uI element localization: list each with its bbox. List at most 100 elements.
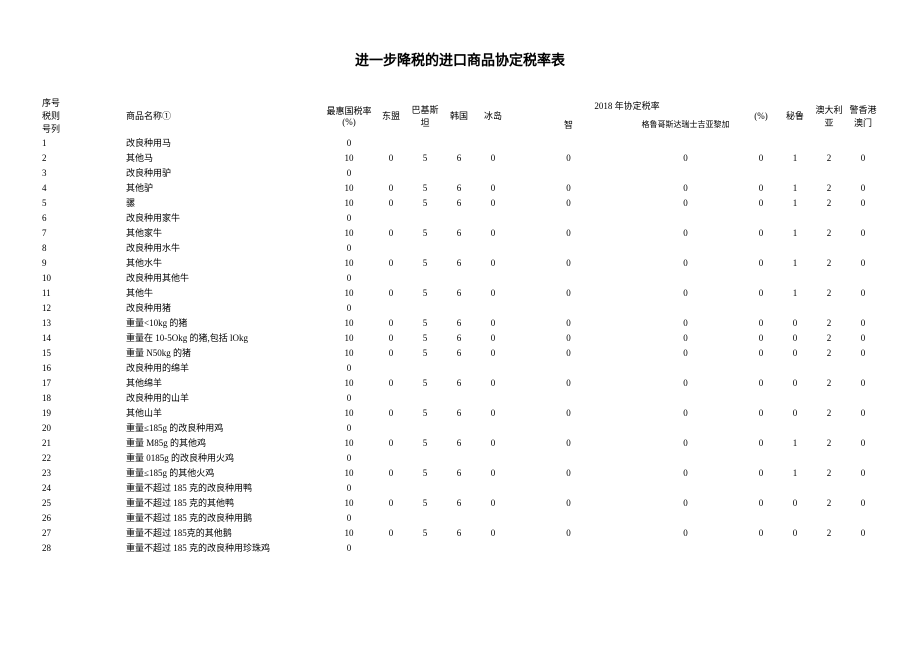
cell-rate: 0 [778,405,812,420]
cell-rate: 2 [812,465,846,480]
hdr-hkmo: 警香港澳门 [846,95,880,135]
cell-rate [476,135,510,150]
cell-rate: 5 [408,315,442,330]
cell-rate: 5 [408,525,442,540]
cell-mfn: 10 [324,255,374,270]
cell-rate: 0 [744,150,778,165]
cell-mfn: 0 [324,390,374,405]
cell-rate [778,510,812,525]
cell-rate: 5 [408,330,442,345]
cell-rate [510,135,627,150]
cell-rate [778,300,812,315]
cell-mfn: 10 [324,285,374,300]
cell-rate [476,300,510,315]
hdr-pakistan: 巴基斯坦 [408,95,442,135]
cell-rate: 0 [476,525,510,540]
cell-code [64,375,124,390]
cell-rate [627,135,744,150]
cell-rate [374,270,408,285]
cell-rate [744,450,778,465]
cell-rate: 6 [442,495,476,510]
cell-rate: 0 [374,405,408,420]
cell-rate: 2 [812,495,846,510]
cell-rate [846,270,880,285]
cell-rate [627,420,744,435]
cell-rate [408,420,442,435]
cell-rate: 0 [476,180,510,195]
cell-rate [846,480,880,495]
cell-rate [778,450,812,465]
cell-rate [627,240,744,255]
cell-rate [778,135,812,150]
cell-rate: 0 [846,330,880,345]
cell-rate: 6 [442,465,476,480]
cell-mfn: 0 [324,510,374,525]
cell-name: 骡 [124,195,324,210]
cell-rate [846,210,880,225]
table-row: 17其他绵羊100560000020 [40,375,880,390]
cell-rate: 0 [476,195,510,210]
cell-rate: 6 [442,255,476,270]
cell-rate: 0 [510,345,627,360]
table-row: 21重量 M85g 的其他鸡100560000120 [40,435,880,450]
cell-rate [627,270,744,285]
cell-rate [744,165,778,180]
cell-code [64,150,124,165]
cell-rate: 0 [744,195,778,210]
cell-rate [408,210,442,225]
cell-idx: 3 [40,165,64,180]
cell-rate: 5 [408,345,442,360]
table-row: 13重量<10kg 的猪100560000020 [40,315,880,330]
cell-rate [846,420,880,435]
cell-idx: 8 [40,240,64,255]
table-header: 序号税则号列 商品名称① 最惠国税率 (%) 东盟 巴基斯坦 韩国 冰岛 201… [40,95,880,135]
cell-code [64,525,124,540]
cell-rate: 0 [846,435,880,450]
cell-rate [778,360,812,375]
cell-rate: 6 [442,525,476,540]
cell-rate [627,360,744,375]
cell-rate [476,480,510,495]
cell-rate: 6 [442,435,476,450]
cell-idx: 20 [40,420,64,435]
cell-rate: 1 [778,195,812,210]
cell-rate: 0 [627,345,744,360]
table-row: 10改良种用其他牛0 [40,270,880,285]
cell-rate [812,135,846,150]
cell-name: 改良种用其他牛 [124,270,324,285]
table-row: 12改良种用猪0 [40,300,880,315]
cell-rate [408,390,442,405]
cell-rate [627,540,744,555]
cell-rate: 5 [408,465,442,480]
cell-code [64,255,124,270]
cell-rate [744,510,778,525]
table-row: 18改良种用的山羊0 [40,390,880,405]
cell-rate [374,135,408,150]
cell-rate: 0 [627,375,744,390]
cell-name: 改良种用的绵羊 [124,360,324,375]
cell-rate: 2 [812,435,846,450]
cell-rate: 0 [476,495,510,510]
cell-rate [442,210,476,225]
table-row: 4其他驴100560000120 [40,180,880,195]
cell-rate [442,165,476,180]
cell-rate: 0 [374,255,408,270]
cell-idx: 28 [40,540,64,555]
cell-idx: 5 [40,195,64,210]
cell-rate: 6 [442,225,476,240]
cell-mfn: 0 [324,450,374,465]
cell-name: 重量 N50kg 的猪 [124,345,324,360]
cell-rate: 0 [744,180,778,195]
cell-rate [744,360,778,375]
cell-mfn: 0 [324,270,374,285]
cell-idx: 22 [40,450,64,465]
cell-rate [442,450,476,465]
cell-code [64,225,124,240]
cell-rate: 0 [627,150,744,165]
cell-rate [812,480,846,495]
table-row: 7其他家牛100560000120 [40,225,880,240]
cell-name: 改良种用水牛 [124,240,324,255]
cell-rate: 0 [744,225,778,240]
cell-rate: 0 [510,255,627,270]
cell-rate: 0 [476,465,510,480]
